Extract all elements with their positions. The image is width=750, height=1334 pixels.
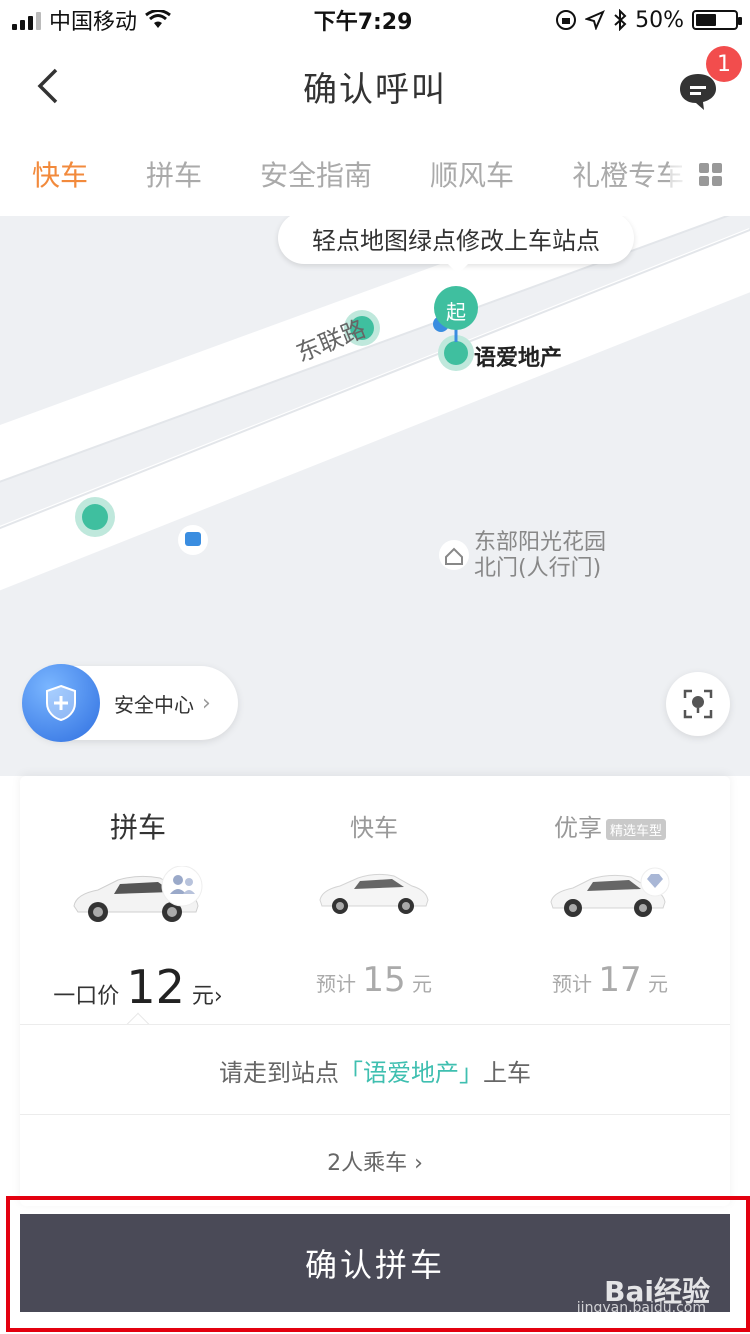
locate-button[interactable] [666, 672, 730, 736]
battery-percent: 50% [635, 7, 684, 33]
station-dot[interactable] [75, 497, 115, 537]
service-tabs: 快车 拼车 安全指南 顺风车 礼橙专车 [0, 132, 750, 216]
chevron-left-icon [37, 68, 58, 104]
location-arrow-icon [585, 10, 606, 30]
home-poi-icon [439, 540, 469, 570]
chevron-right-icon: › [202, 690, 211, 716]
walk-hint-text: 请走到站点 [219, 1058, 339, 1087]
shield-icon [22, 664, 100, 742]
price-arrow: › [213, 984, 223, 1009]
battery-icon [692, 10, 742, 30]
divider [20, 1114, 730, 1115]
ride-options: 拼车 一口价 12 元› 快车 预计 15 元 优享 精选车型 预计 17 元 [20, 776, 730, 1036]
signal-icon [12, 10, 41, 30]
car-icon [550, 867, 670, 917]
wifi-icon [145, 10, 171, 28]
poi-label: 东部阳光花园北门(人行门) [474, 530, 607, 581]
walk-hint-station: 「语爱地产」 [339, 1058, 483, 1087]
price-value: 17 [598, 960, 642, 1000]
tab-hitch[interactable]: 顺风车 [430, 154, 514, 194]
walk-hint-suffix: 上车 [483, 1058, 531, 1087]
price-unit: 元 [411, 972, 432, 996]
price-value: 15 [362, 960, 406, 1000]
ride-option-name: 拼车 [109, 811, 166, 844]
rotation-lock-icon [556, 10, 577, 30]
ride-option-name: 优享 精选车型 [492, 808, 728, 843]
ride-option-name-text: 优享 [553, 814, 602, 842]
tab-carpool[interactable]: 拼车 [146, 154, 202, 194]
passenger-count-label: 2人乘车 › [327, 1151, 423, 1176]
bus-stop-icon [178, 525, 208, 555]
bluetooth-icon [614, 9, 627, 31]
ride-option-price: 预计 17 元 [492, 960, 728, 1000]
safety-center-label: 安全中心 [114, 692, 194, 717]
message-badge: 1 [706, 46, 742, 82]
ride-option-express[interactable]: 快车 预计 15 元 [256, 776, 492, 1024]
price-prefix: 预计 [316, 972, 356, 996]
pickup-station-label: 语爱地产 [474, 346, 563, 371]
grid-icon [698, 162, 722, 186]
status-bar: 中国移动 下午7:29 50% [0, 0, 750, 40]
clock: 下午7:29 [313, 10, 413, 35]
map-tip-text: 轻点地图绿点修改上车站点 [312, 226, 600, 255]
more-tabs-button[interactable] [670, 132, 750, 216]
carrier-label: 中国移动 [49, 10, 138, 35]
ride-option-tag: 精选车型 [605, 818, 666, 840]
car-icon [319, 873, 429, 914]
locate-icon [683, 689, 713, 719]
price-unit: 元 [191, 984, 214, 1009]
page-title: 确认呼叫 [303, 69, 447, 110]
tab-premier[interactable]: 礼橙专车 [572, 154, 684, 194]
map-tip: 轻点地图绿点修改上车站点 [278, 216, 634, 274]
ride-option-carpool[interactable]: 拼车 一口价 12 元› [20, 776, 256, 1036]
nav-bar: 确认呼叫 [0, 40, 750, 132]
ride-option-premium[interactable]: 优享 精选车型 预计 17 元 [492, 776, 728, 1024]
ride-panel: 拼车 一口价 12 元› 快车 预计 15 元 优享 精选车型 预计 17 元 … [20, 776, 730, 1206]
tab-express[interactable]: 快车 [32, 154, 88, 194]
walk-hint: 请走到站点 「语爱地产」 上车 [20, 1025, 730, 1115]
start-marker-label: 起 [446, 300, 466, 324]
ride-option-name: 快车 [350, 814, 398, 842]
ride-option-price: 一口价 12 元› [20, 960, 256, 1014]
price-prefix: 一口价 [53, 984, 120, 1009]
ride-option-price: 预计 15 元 [256, 960, 492, 1000]
price-prefix: 预计 [552, 972, 592, 996]
price-value: 12 [126, 960, 185, 1014]
watermark-url: jingyan.baidu.com [576, 1300, 706, 1316]
car-icon [73, 866, 203, 922]
back-button[interactable] [28, 64, 68, 108]
price-unit: 元 [647, 972, 668, 996]
passenger-count-selector[interactable]: 2人乘车 › [20, 1116, 730, 1206]
tab-safety-guide[interactable]: 安全指南 [260, 154, 372, 194]
safety-center-button[interactable]: 安全中心 › [22, 664, 238, 742]
